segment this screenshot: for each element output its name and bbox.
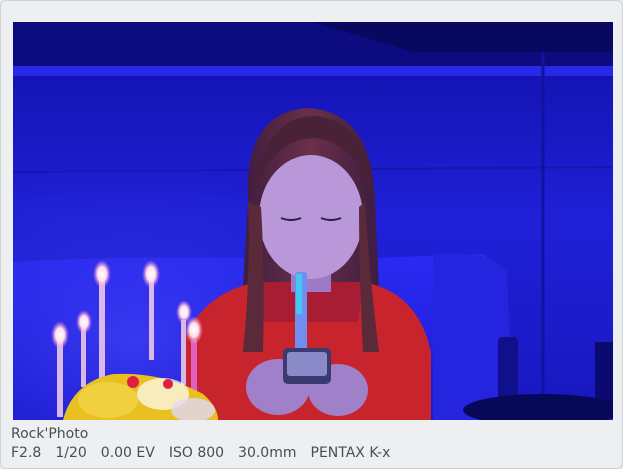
exif-camera: PENTAX K-x xyxy=(310,445,391,461)
photo-image[interactable] xyxy=(13,22,613,420)
photo-title: Rock'Photo xyxy=(11,426,89,442)
exif-shutter: 1/20 xyxy=(55,445,87,461)
photo-illustration xyxy=(13,22,613,420)
exif-info: F2.8 1/20 0.00 EV ISO 800 30.0mm PENTAX K-x xyxy=(11,445,390,461)
exif-focal: 30.0mm xyxy=(238,445,297,461)
exif-aperture: F2.8 xyxy=(11,445,42,461)
photo-card: Rock'Photo F2.8 1/20 0.00 EV ISO 800 30.0mm P… xyxy=(0,0,623,469)
exif-ev: 0.00 EV xyxy=(100,445,155,461)
exif-iso: ISO 800 xyxy=(168,445,225,461)
